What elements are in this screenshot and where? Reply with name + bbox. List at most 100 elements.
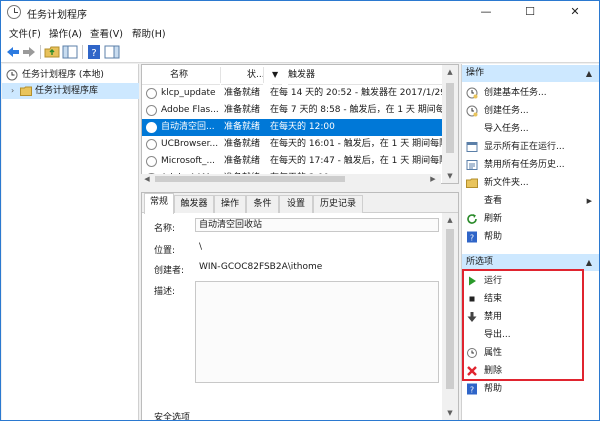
task-row-selected[interactable]: 自动清空回... 准备就绪 在每天的 12:00 [142, 119, 442, 136]
task-row[interactable]: UCBrowser... 准备就绪 在每天的 16:01 - 触发后，在 1 天… [142, 136, 442, 153]
scroll-right-arrow[interactable]: ▶ [427, 172, 439, 186]
menu-action[interactable]: 操作(A) [49, 26, 82, 40]
detail-scrollbar[interactable]: ▲ ▼ [442, 213, 458, 420]
action-label: 属性 [484, 348, 503, 358]
task-status: 准备就绪 [224, 122, 261, 132]
column-header-status[interactable]: 状... [221, 65, 265, 85]
tab-general[interactable]: 常规 [144, 193, 174, 214]
action-label: 禁用所有任务历史... [484, 160, 565, 170]
maximize-button[interactable]: ☐ [508, 1, 552, 23]
action-import-task[interactable]: 导入任务... [462, 120, 599, 138]
properties-icon [467, 348, 477, 358]
task-row[interactable]: Adobe Flas... 准备就绪 在每 7 天的 8:58 - 触发后，在 … [142, 102, 442, 119]
task-detail-panel: 常规 触发器 操作 条件 设置 历史记录 名称: 自动清空回收站 位置: \ 创… [141, 192, 459, 421]
collapse-icon[interactable]: ▲ [586, 65, 592, 82]
column-divider[interactable] [263, 67, 264, 83]
description-field[interactable] [195, 281, 439, 383]
scroll-up-arrow[interactable]: ▲ [442, 213, 458, 227]
column-header-name[interactable]: 名称 [142, 65, 220, 85]
action-disable-history[interactable]: 禁用所有任务历史... [462, 156, 599, 174]
menu-bar: 文件(F) 操作(A) 查看(V) 帮助(H) [1, 23, 599, 41]
author-label: 创建者: [154, 266, 185, 276]
selected-item-header[interactable]: 所选项 ▲ [462, 254, 599, 271]
task-clock-icon [146, 88, 157, 99]
run-icon [469, 276, 476, 286]
task-list: 名称 状... ▼ 触发器 klcp_update 准备就绪 在每 14 天的 … [141, 64, 459, 184]
security-options-label: 安全选项 [154, 413, 191, 421]
action-label: 导出... [484, 330, 511, 340]
action-create-basic-task[interactable]: 创建基本任务... [462, 84, 599, 102]
action-help[interactable]: ? 帮助 [462, 228, 599, 246]
task-clock-icon [146, 139, 157, 150]
scroll-thumb[interactable] [446, 83, 454, 153]
action-run[interactable]: 运行 [462, 272, 599, 290]
action-export[interactable]: 导出... [462, 326, 599, 344]
task-name: klcp_update [161, 88, 216, 98]
tree-item-local[interactable]: 任务计划程序 (本地) [2, 67, 139, 83]
folder-up-icon[interactable] [44, 44, 60, 60]
task-trigger: 在每 7 天的 8:58 - 触发后，在 1 天 期间每 [270, 105, 442, 115]
scroll-down-arrow[interactable]: ▼ [442, 169, 458, 183]
menu-file[interactable]: 文件(F) [9, 26, 41, 40]
back-arrow-icon[interactable] [5, 44, 21, 60]
tree-item-label: 任务计划程序 (本地) [22, 70, 104, 80]
task-row[interactable]: klcp_update 准备就绪 在每 14 天的 20:52 - 触发器在 2… [142, 85, 442, 102]
action-help-selected[interactable]: ? 帮助 [462, 380, 599, 398]
app-clock-icon [7, 5, 21, 19]
show-hide-tree-icon[interactable] [62, 44, 78, 60]
action-delete[interactable]: 删除 [462, 362, 599, 380]
action-show-running[interactable]: 显示所有正在运行... [462, 138, 599, 156]
scroll-down-arrow[interactable]: ▼ [442, 406, 458, 420]
collapse-icon[interactable]: ▲ [586, 254, 592, 271]
tab-triggers[interactable]: 触发器 [174, 195, 214, 213]
tab-settings[interactable]: 设置 [279, 195, 313, 213]
tree-item-library[interactable]: › 任务计划程序库 [2, 83, 139, 99]
hscroll-thumb[interactable] [155, 176, 345, 182]
action-label: 帮助 [484, 232, 503, 242]
window-title: 任务计划程序 [27, 10, 87, 21]
minimize-button[interactable]: — [464, 1, 508, 23]
task-clock-icon [146, 105, 157, 116]
task-trigger: 在每 14 天的 20:52 - 触发器在 2017/1/29 [270, 88, 442, 98]
task-list-scrollbar[interactable]: ▲ ▼ [442, 65, 458, 183]
actions-pane: 操作 ▲ 创建基本任务... 创建任务... 导入任务... 显示所有正在运行.… [461, 64, 599, 420]
menu-view[interactable]: 查看(V) [90, 26, 123, 40]
menu-help[interactable]: 帮助(H) [132, 26, 166, 40]
folder-icon [20, 86, 32, 96]
history-icon [466, 160, 478, 170]
action-refresh[interactable]: 刷新 [462, 210, 599, 228]
show-hide-action-pane-icon[interactable] [104, 44, 120, 60]
selected-header-label: 所选项 [466, 257, 494, 267]
action-view[interactable]: 查看 ▶ [462, 192, 599, 210]
tab-actions[interactable]: 操作 [214, 195, 246, 213]
scroll-left-arrow[interactable]: ◀ [141, 172, 153, 186]
action-label: 创建基本任务... [484, 88, 547, 98]
create-task-icon [466, 105, 478, 117]
disable-icon [467, 312, 477, 322]
forward-arrow-icon[interactable] [21, 44, 37, 60]
scroll-thumb[interactable] [446, 229, 454, 389]
action-disable[interactable]: 禁用 [462, 308, 599, 326]
tab-conditions[interactable]: 条件 [246, 195, 279, 213]
tab-history[interactable]: 历史记录 [313, 195, 363, 213]
column-header-trigger[interactable]: 触发器 [288, 65, 442, 85]
close-button[interactable]: ✕ [553, 1, 597, 23]
name-field[interactable]: 自动清空回收站 [195, 218, 439, 232]
action-end[interactable]: 结束 [462, 290, 599, 308]
action-create-task[interactable]: 创建任务... [462, 102, 599, 120]
scroll-up-arrow[interactable]: ▲ [442, 65, 458, 79]
svg-text:?: ? [470, 234, 474, 243]
task-trigger: 在每天的 17:47 - 触发后，在 1 天 期间每隔 [270, 156, 442, 166]
action-properties[interactable]: 属性 [462, 344, 599, 362]
submenu-arrow-icon: ▶ [586, 197, 592, 205]
action-new-folder[interactable]: 新文件夹... [462, 174, 599, 192]
task-clock-icon [146, 122, 157, 133]
task-name: Adobe Flas... [161, 105, 219, 115]
task-row[interactable]: Microsoft_... 准备就绪 在每天的 17:47 - 触发后，在 1 … [142, 153, 442, 170]
task-list-hscrollbar[interactable]: ◀ ▶ [141, 174, 441, 184]
help-icon[interactable]: ? [86, 44, 102, 60]
chevron-right-icon[interactable]: › [11, 83, 14, 99]
delete-icon [467, 366, 477, 376]
actions-header[interactable]: 操作 ▲ [462, 65, 599, 82]
action-label: 导入任务... [484, 124, 529, 134]
